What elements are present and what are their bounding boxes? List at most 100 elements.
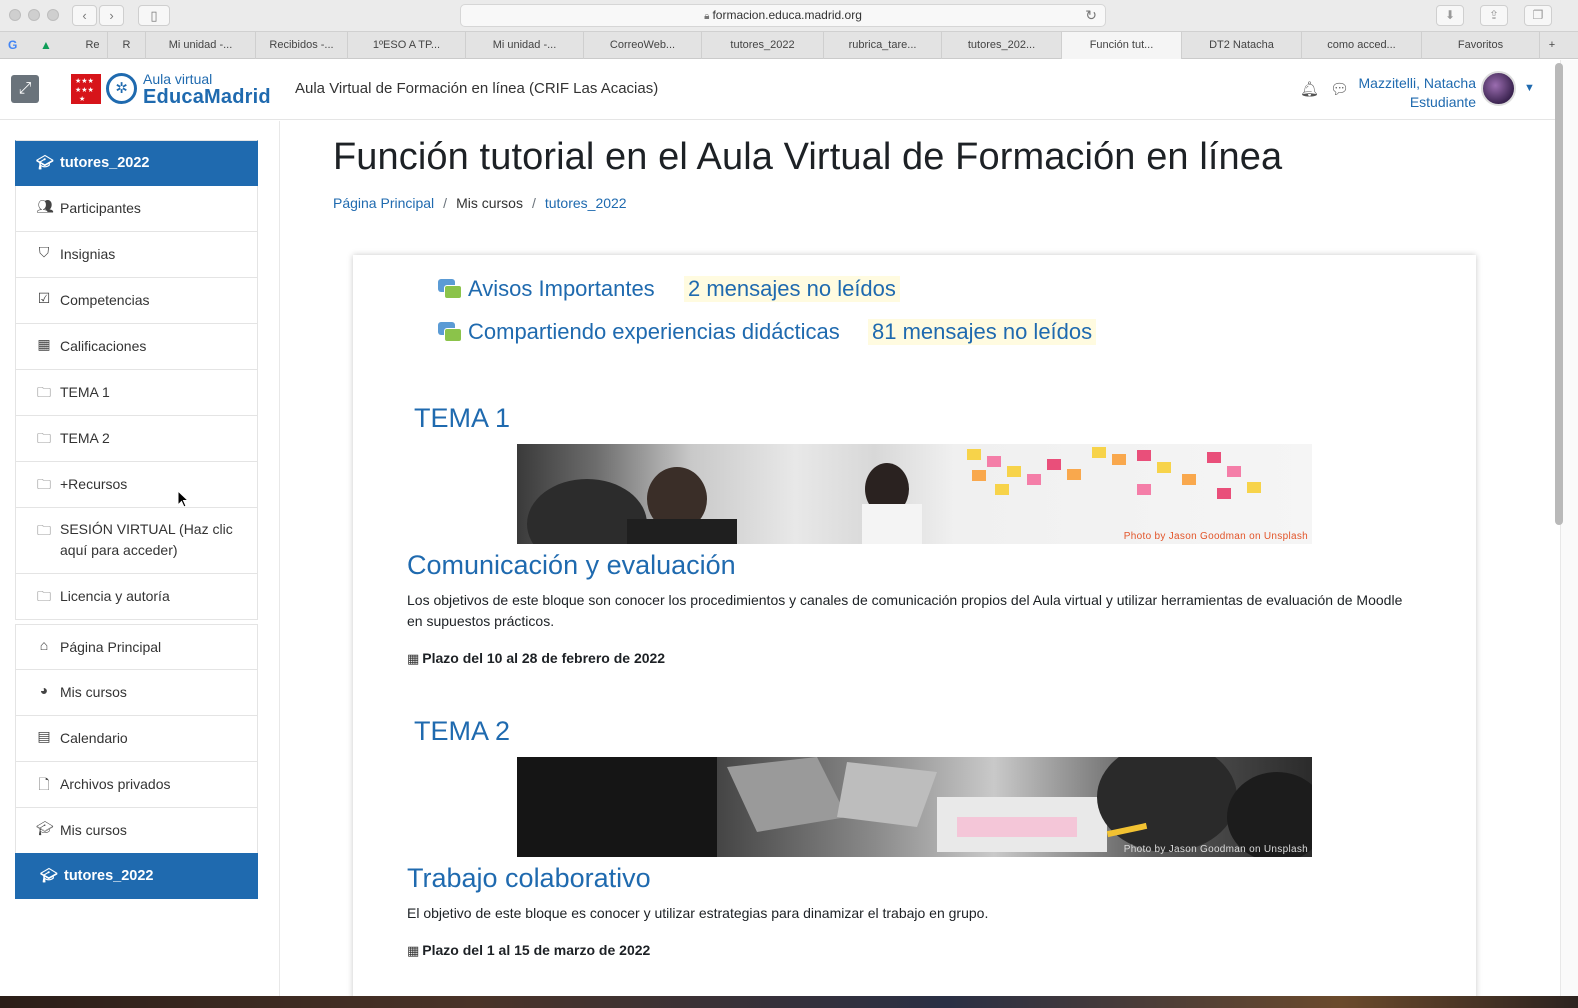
plus-icon: +: [1548, 39, 1556, 51]
reload-icon[interactable]: ↻: [1085, 5, 1097, 26]
folder-icon: 🗀: [37, 476, 51, 492]
nav-drawer: 🎓︎ tutores_2022 👥︎ Participantes ⛉ Insig…: [0, 121, 280, 996]
google-icon[interactable]: G: [8, 38, 17, 52]
sidebar-item-mis-cursos-dashboard[interactable]: ◕ Mis cursos: [15, 670, 258, 716]
expand-icon: ⤢: [18, 80, 32, 97]
tab[interactable]: Mi unidad -...: [466, 32, 584, 59]
folder-icon: 🗀: [37, 588, 51, 604]
share-button[interactable]: ⇪: [1480, 5, 1508, 26]
bell-icon[interactable]: 🔔︎: [1300, 80, 1319, 98]
logo-subtitle[interactable]: Aula virtual: [143, 71, 212, 87]
section-deadline: ▦ Plazo del 10 al 28 de febrero de 2022: [407, 650, 665, 667]
forum-compartiendo-link[interactable]: Compartiendo experiencias didácticas: [438, 319, 840, 345]
graduation-cap-icon: 🎓︎: [36, 154, 54, 170]
sidebar-item-label: tutores_2022: [60, 155, 150, 171]
tabs-icon: ❐: [1532, 8, 1544, 22]
drive-icon[interactable]: ▲: [40, 38, 52, 52]
madrid-flag-logo: ★★★ ★★★ ★: [71, 74, 101, 104]
sidebar-item-label: Calendario: [60, 730, 128, 746]
sidebar-item-label: Licencia y autoría: [60, 588, 170, 604]
sidebar-item-mis-cursos[interactable]: 🎓︎ Mis cursos: [15, 808, 258, 854]
sidebar-icon: ▯: [150, 8, 158, 23]
folder-icon: 🗀: [37, 384, 51, 400]
sidebar-item-label: Página Principal: [60, 639, 162, 655]
logo-title[interactable]: EducaMadrid: [143, 86, 271, 109]
sidebar-item-insignias[interactable]: ⛉ Insignias: [15, 232, 258, 278]
sidebar-item-recursos[interactable]: 🗀 +Recursos: [15, 462, 258, 508]
sidebar-item-tema-1[interactable]: 🗀 TEMA 1: [15, 370, 258, 416]
caret-down-icon[interactable]: ▼: [1524, 82, 1535, 94]
image-credit: Photo by Jason Goodman on Unsplash: [1123, 844, 1308, 855]
tab[interactable]: rubrica_tare...: [824, 32, 942, 59]
tab[interactable]: CorreoWeb...: [584, 32, 702, 59]
sidebar-item-calendario[interactable]: ▤ Calendario: [15, 716, 258, 762]
back-button[interactable]: ‹: [72, 5, 97, 26]
unread-messages-link[interactable]: 81 mensajes no leídos: [868, 319, 1097, 345]
url-text: formacion.educa.madrid.org: [712, 8, 862, 22]
user-name[interactable]: Mazzitelli, Natacha: [1359, 75, 1477, 91]
section-title[interactable]: Trabajo colaborativo: [407, 863, 651, 894]
downloads-button[interactable]: ⬇: [1436, 5, 1464, 26]
tab[interactable]: Favoritos: [1422, 32, 1540, 59]
sidebar-item-tema-2[interactable]: 🗀 TEMA 2: [15, 416, 258, 462]
lock-icon: 🔒︎: [704, 11, 710, 22]
chat-icon[interactable]: 💬︎: [1330, 80, 1349, 98]
close-window-button[interactable]: [9, 9, 21, 21]
chevron-right-icon: ›: [109, 8, 114, 23]
deadline-text: Plazo del 1 al 15 de marzo de 2022: [422, 942, 651, 958]
sidebar-item-course-bottom[interactable]: 🎓︎ tutores_2022: [15, 853, 258, 899]
sidebar-item-label: +Recursos: [60, 476, 128, 492]
sidebar-item-course[interactable]: 🎓︎ tutores_2022: [15, 140, 258, 186]
table-icon: ▦: [37, 336, 51, 352]
sidebar-item-label: TEMA 2: [60, 430, 110, 446]
tab[interactable]: como acced...: [1302, 32, 1422, 59]
tab[interactable]: Recibidos -...: [256, 32, 348, 59]
section-heading-tema-1[interactable]: TEMA 1: [414, 403, 510, 434]
tab[interactable]: R: [108, 32, 146, 59]
breadcrumb-link-course[interactable]: tutores_2022: [545, 195, 627, 211]
calendar-icon: ▦: [407, 943, 420, 958]
forum-name[interactable]: Compartiendo experiencias didácticas: [468, 319, 840, 344]
forum-avisos-link[interactable]: Avisos Importantes: [438, 276, 655, 302]
drawer-toggle-button[interactable]: ⤢: [11, 75, 39, 103]
sidebar-item-participantes[interactable]: 👥︎ Participantes: [15, 186, 258, 232]
sidebar-toggle-button[interactable]: ▯: [138, 5, 170, 26]
calendar-icon: ▤: [37, 728, 51, 744]
avatar[interactable]: [1481, 71, 1516, 106]
meeting-photo: [527, 447, 1261, 544]
collaboration-photo: [517, 757, 1312, 857]
checkbox-icon: ☑: [37, 290, 51, 306]
unread-messages-link[interactable]: 2 mensajes no leídos: [684, 276, 900, 302]
educamadrid-logo-icon[interactable]: ✲: [106, 73, 137, 104]
tab[interactable]: tutores_202...: [942, 32, 1062, 59]
sidebar-item-label: Calificaciones: [60, 338, 147, 354]
section-title[interactable]: Comunicación y evaluación: [407, 550, 736, 581]
tab[interactable]: tutores_2022: [702, 32, 824, 59]
user-role: Estudiante: [1409, 94, 1476, 110]
sidebar-item-competencias[interactable]: ☑ Competencias: [15, 278, 258, 324]
tab[interactable]: Re: [78, 32, 108, 59]
site-navbar: ⤢ ★★★ ★★★ ★ ✲ Aula virtual EducaMadrid Aul…: [0, 60, 1560, 120]
breadcrumb-link-pagina-principal[interactable]: Página Principal: [333, 195, 434, 211]
sidebar-item-pagina-principal[interactable]: ⌂ Página Principal: [15, 624, 258, 670]
tab[interactable]: DT2 Natacha: [1182, 32, 1302, 59]
sidebar-item-archivos-privados[interactable]: 🗋 Archivos privados: [15, 762, 258, 808]
sidebar-item-calificaciones[interactable]: ▦ Calificaciones: [15, 324, 258, 370]
scrollbar-thumb[interactable]: [1555, 63, 1563, 525]
tab-active[interactable]: Función tut...: [1062, 32, 1182, 59]
forum-name[interactable]: Avisos Importantes: [468, 276, 655, 301]
section-deadline: ▦ Plazo del 1 al 15 de marzo de 2022: [407, 942, 650, 959]
section-heading-tema-2[interactable]: TEMA 2: [414, 716, 510, 747]
section-description: Los objetivos de este bloque son conocer…: [407, 592, 1403, 629]
address-bar[interactable]: 🔒︎ formacion.educa.madrid.org ↻: [460, 4, 1106, 27]
new-tab-button[interactable]: +: [1540, 32, 1564, 59]
forward-button[interactable]: ›: [99, 5, 124, 26]
tab[interactable]: 1ºESO A TP...: [348, 32, 466, 59]
tab[interactable]: Mi unidad -...: [146, 32, 256, 59]
section-banner-image: Photo by Jason Goodman on Unsplash: [517, 757, 1312, 857]
zoom-window-button[interactable]: [47, 9, 59, 21]
sidebar-item-sesion-virtual[interactable]: 🗀 SESIÓN VIRTUAL (Haz clic aquí para acc…: [15, 508, 258, 574]
minimize-window-button[interactable]: [28, 9, 40, 21]
sidebar-item-licencia[interactable]: 🗀 Licencia y autoría: [15, 574, 258, 620]
tabs-overview-button[interactable]: ❐: [1524, 5, 1552, 26]
